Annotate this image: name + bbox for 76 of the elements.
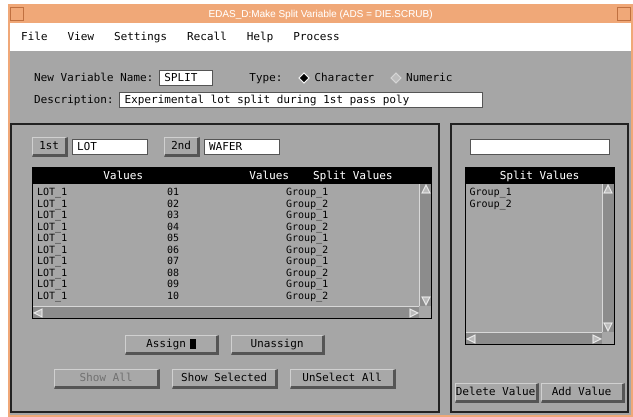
column-header: Split Values (312, 168, 392, 184)
radio-button-icon[interactable] (390, 72, 402, 84)
menu-item[interactable]: Help (244, 28, 276, 46)
table-cell-text: LOT_1 (37, 210, 68, 222)
list-item[interactable]: Group_1 (470, 187, 598, 198)
table-cell-text: 05 (167, 233, 180, 244)
menu-item[interactable]: View (64, 28, 97, 46)
button[interactable]: UnSelect All (290, 369, 396, 389)
radio-label[interactable]: Character (314, 70, 374, 86)
column-header: Values (102, 168, 144, 184)
table-cell-text: LOT_1 (37, 187, 68, 198)
right-arrow-icon[interactable] (409, 308, 419, 318)
menu-item[interactable]: Recall (184, 28, 230, 46)
down-arrow-icon[interactable] (603, 322, 613, 332)
horizontal-scrollbar[interactable] (33, 306, 419, 318)
table-cell: Group_1 (286, 279, 328, 290)
table-cell: Group_2 (286, 244, 328, 256)
button[interactable]: Assign (125, 335, 219, 355)
table-cell: Group_1 (286, 233, 328, 244)
menu-item[interactable]: Process (290, 28, 343, 46)
window-title: EDAS_D:Make Split Variable (ADS = DIE.SCRUB) (207, 8, 434, 22)
up-arrow-icon[interactable] (420, 184, 430, 194)
table-cell-text: 08 (167, 268, 180, 279)
table-cell-text: LOT_1 (37, 268, 68, 279)
table-cell: Group_2 (286, 198, 328, 210)
up-arrow-icon[interactable] (603, 184, 613, 194)
table-cell-text: 04 (167, 222, 180, 233)
list-item[interactable]: Group_2 (470, 198, 598, 210)
table-cell-text: LOT_1 (37, 233, 68, 244)
menu-item[interactable]: File (18, 28, 50, 46)
table-cell: Group_2 (286, 222, 328, 233)
input-field[interactable]: SPLIT (159, 70, 214, 86)
table-cell: Group_1 (286, 256, 328, 268)
input-field[interactable]: WAFER (204, 139, 280, 155)
table-cell-text: 01 (167, 187, 180, 198)
table-cell: Group_1 (286, 210, 328, 222)
window-menu-button[interactable] (10, 7, 24, 21)
indicator-icon (190, 339, 196, 349)
table-cell-text: LOT_1 (37, 279, 68, 290)
table-cell-text: 06 (167, 244, 180, 256)
table-cell-text: 09 (167, 279, 180, 290)
table-cell-text: 02 (167, 198, 180, 210)
horizontal-scrollbar[interactable] (466, 332, 602, 344)
table-cell: Group_2 (286, 290, 328, 302)
field-label: Type: (249, 70, 282, 86)
input-field[interactable] (470, 139, 610, 155)
button[interactable]: 2nd (164, 137, 200, 157)
field-label: New Variable Name: (34, 70, 154, 86)
column-header: Split Values (466, 168, 614, 184)
button[interactable]: Unassign (231, 335, 325, 355)
table-cell: Group_1 (286, 187, 328, 198)
down-arrow-icon[interactable] (420, 296, 430, 306)
left-arrow-icon[interactable] (466, 334, 476, 344)
right-arrow-icon[interactable] (592, 334, 602, 344)
vertical-scrollbar[interactable] (602, 184, 614, 332)
table-cell-text: LOT_1 (37, 256, 68, 268)
table-cell-text: 10 (167, 290, 180, 302)
button[interactable]: 1st (32, 137, 68, 157)
field-label: Description: (34, 92, 114, 108)
column-header: Values (248, 168, 290, 184)
table-cell-text: LOT_1 (37, 290, 68, 302)
table-cell-text: 07 (167, 256, 180, 268)
vertical-scrollbar[interactable] (419, 184, 431, 306)
menu-item[interactable]: Settings (111, 28, 170, 46)
minimize-button[interactable] (617, 7, 631, 21)
table-cell: Group_2 (286, 268, 328, 279)
button[interactable]: Delete Value (454, 383, 538, 403)
button[interactable]: Show Selected (172, 369, 278, 389)
input-field[interactable]: LOT (72, 139, 148, 155)
radio-label[interactable]: Numeric (406, 70, 452, 86)
table-cell-text: LOT_1 (37, 198, 68, 210)
table-cell-text: LOT_1 (37, 222, 68, 233)
input-field[interactable]: Experimental lot split during 1st pass poly (119, 92, 484, 108)
button[interactable]: Add Value (540, 383, 624, 403)
table-cell-text: LOT_1 (37, 244, 68, 256)
table-cell-text: 03 (167, 210, 180, 222)
